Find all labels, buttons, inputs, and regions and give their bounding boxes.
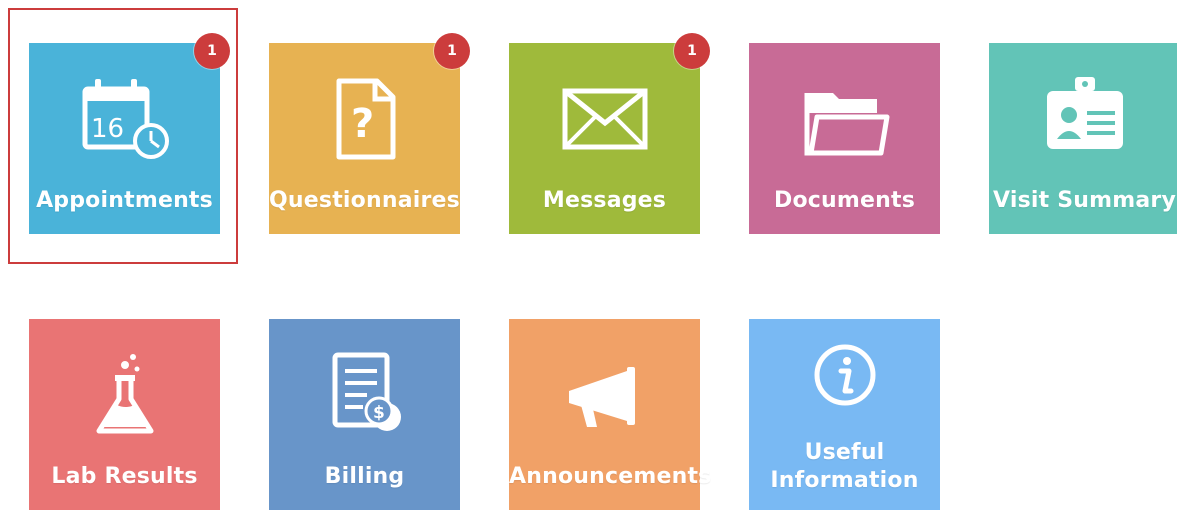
- tile-visit-summary[interactable]: Visit Summary: [989, 43, 1177, 234]
- megaphone-icon: [509, 347, 700, 443]
- tile-documents[interactable]: Documents: [749, 43, 940, 234]
- document-question-icon: ?: [269, 71, 460, 167]
- notification-badge: 1: [674, 33, 710, 69]
- flask-icon: [29, 347, 220, 443]
- invoice-coins-icon: $: [269, 347, 460, 443]
- tile-label: Useful Information: [749, 439, 940, 495]
- tile-lab-results[interactable]: Lab Results: [29, 319, 220, 510]
- tile-label: Questionnaires: [269, 188, 460, 213]
- tile-billing[interactable]: $ Billing: [269, 319, 460, 510]
- tile-messages[interactable]: Messages 1: [509, 33, 710, 234]
- tile-label-line-2: Information: [770, 468, 919, 493]
- notification-badge: 1: [434, 33, 470, 69]
- tile-label: Lab Results: [51, 464, 198, 489]
- folder-icon: [749, 71, 940, 167]
- tile-label: Visit Summary: [993, 188, 1176, 213]
- notification-badge: 1: [194, 33, 230, 69]
- tile-useful-information[interactable]: Useful Information: [749, 319, 940, 510]
- tile-label: Billing: [324, 464, 405, 489]
- tile-appointments[interactable]: 16 Appointments 1: [29, 33, 230, 234]
- tile-label: Announcements: [509, 464, 712, 489]
- info-icon: [749, 331, 940, 427]
- tile-questionnaires[interactable]: ? Questionnaires 1: [269, 33, 470, 234]
- tile-announcements[interactable]: Announcements: [509, 319, 712, 510]
- calendar-day-text: 16: [91, 114, 124, 144]
- tile-label: Messages: [542, 188, 667, 213]
- tile-label: Documents: [774, 188, 915, 213]
- svg-text:?: ?: [351, 101, 374, 147]
- id-badge-icon: [989, 71, 1177, 167]
- tile-label: Appointments: [36, 188, 213, 213]
- svg-text:$: $: [373, 403, 385, 423]
- envelope-icon: [509, 71, 700, 167]
- calendar-clock-icon: 16: [29, 71, 220, 167]
- tile-label-line-1: Useful: [804, 440, 885, 465]
